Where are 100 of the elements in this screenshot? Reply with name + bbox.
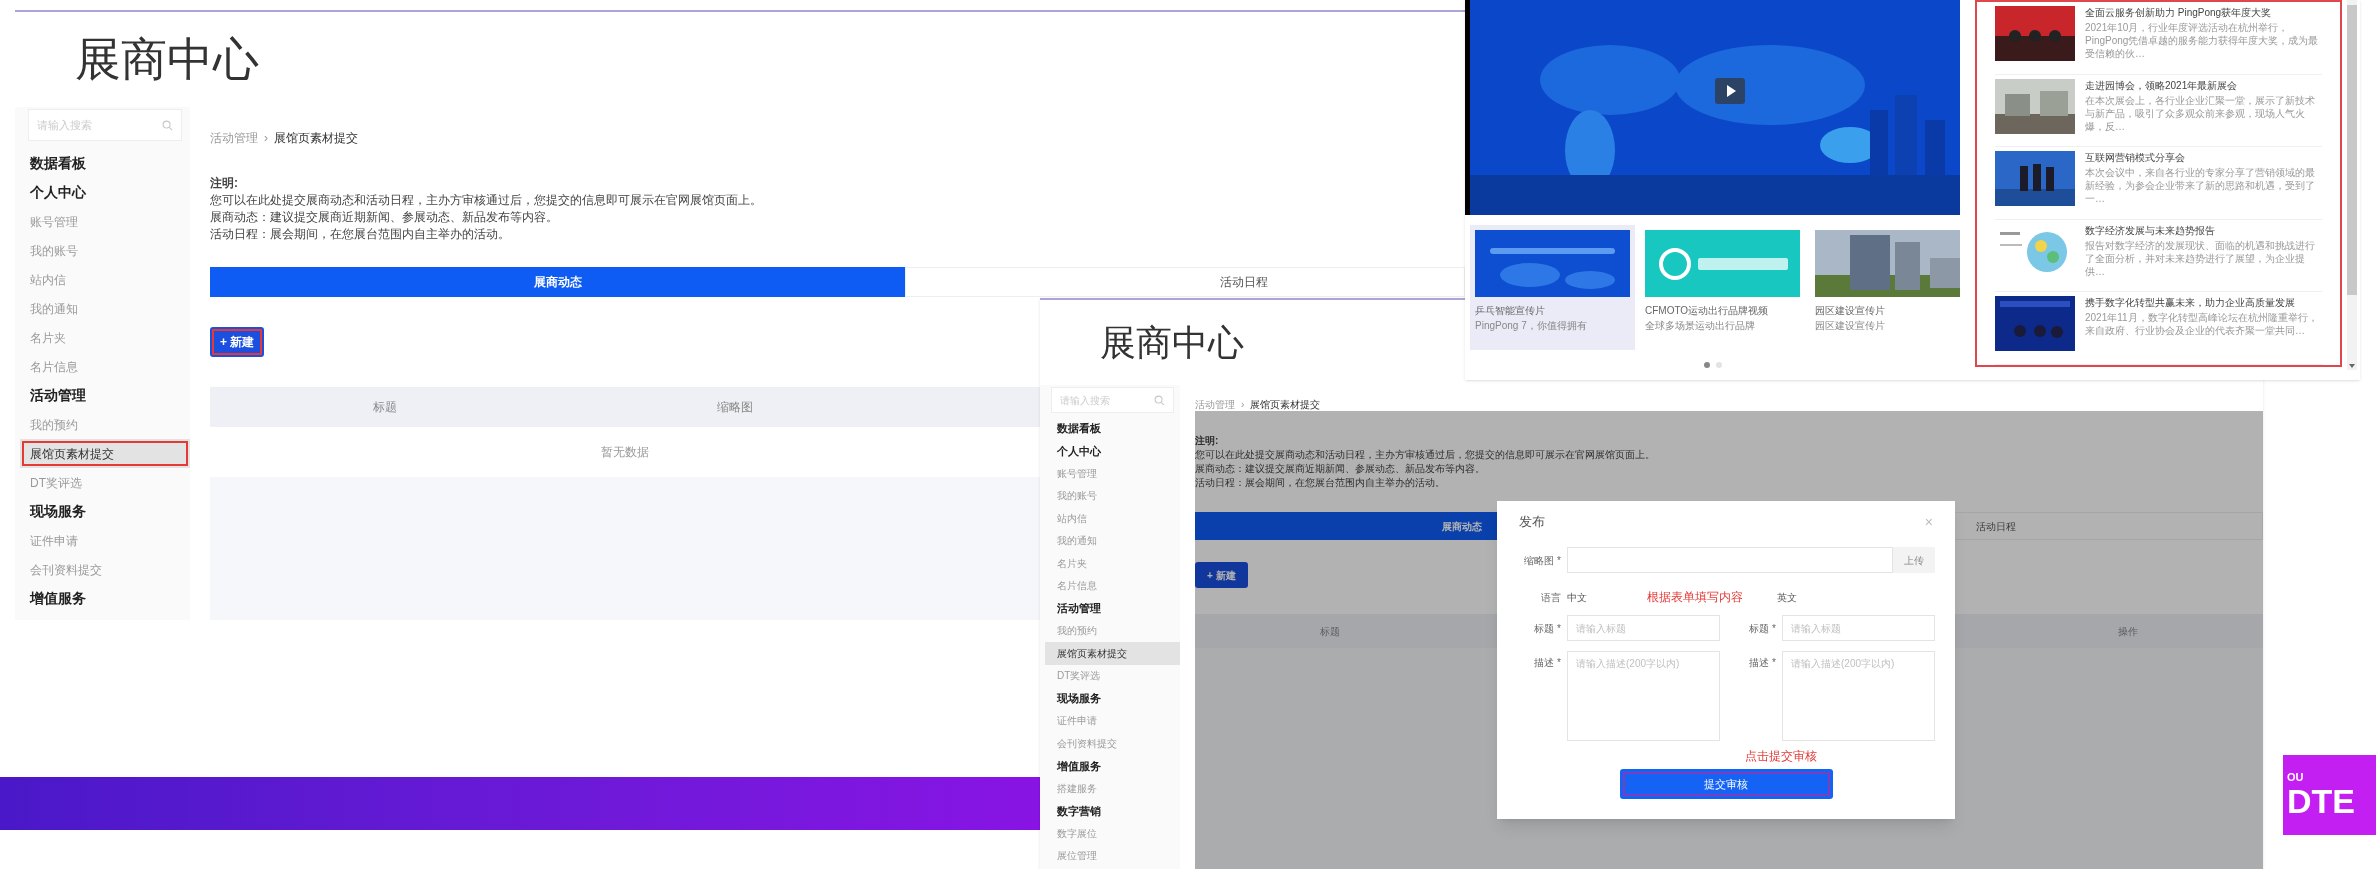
new-button[interactable]: + 新建: [210, 327, 265, 357]
submit-button[interactable]: 提交审核: [1619, 769, 1833, 799]
news-title: 全面云服务创新助力 PingPong获年度大奖: [2085, 6, 2273, 19]
note-line: 活动日程：展会期间，在您展台范围内自主举办的活动。: [1195, 476, 1446, 490]
field-label: 语言: [1540, 590, 1562, 605]
annotation: 根据表单填写内容: [1647, 589, 1744, 606]
breadcrumb-current: 展馆页素材提交: [274, 130, 358, 147]
sidebar-item[interactable]: 展位管理: [1045, 844, 1180, 867]
upload-button[interactable]: 上传: [1893, 547, 1935, 573]
card-title: CFMOTO运动出行品牌视频: [1645, 304, 1770, 318]
sidebar-item[interactable]: 我的预约: [20, 410, 190, 439]
column-header: 操作: [2118, 624, 2138, 639]
column-header: 缩略图: [717, 399, 753, 416]
news-title: 走进园博会，领略2021年最新展会: [2085, 78, 2239, 92]
search-icon: [1154, 394, 1165, 406]
sidebar-heading[interactable]: 增值服务: [1045, 754, 1180, 777]
sidebar-item[interactable]: 我的预约: [1045, 619, 1180, 642]
sidebar-heading[interactable]: 增值服务: [20, 584, 190, 613]
language-label: 英文: [1777, 590, 1797, 605]
sidebar-item[interactable]: 账号管理: [1045, 462, 1180, 485]
dialog-title: 发布: [1519, 513, 1545, 532]
news-item[interactable]: 数字经济发展与未来趋势报告 报告对数字经济的发展现状、面临的机遇和挑战进行了全面分析，并对未来趋势进行了展望，为企业提供…: [1995, 219, 2322, 292]
news-item[interactable]: 全面云服务创新助力 PingPong获年度大奖 2021年10月，行业年度评选活动在杭州举行，PingPong凭借卓越的服务能力获得年度大奖，成为最受信赖的伙…: [1995, 2, 2322, 75]
news-title: 数字经济发展与未来趋势报告: [2085, 223, 2216, 237]
language-label: 中文: [1567, 590, 1588, 605]
sidebar-heading[interactable]: 数据看板: [1045, 417, 1180, 440]
sidebar-item[interactable]: 展馆页素材提交: [20, 439, 190, 468]
breadcrumb-separator: ›: [1241, 398, 1245, 412]
news-item[interactable]: 携手数字化转型共赢未来，助力企业高质量发展 2021年11月，数字化转型高峰论坛在杭州隆重举行，来自政府、行业协会及企业的代表齐聚一堂共同…: [1995, 292, 2322, 365]
tab[interactable]: 展商动态: [210, 267, 905, 297]
page-title: 展商中心: [1100, 320, 1244, 365]
sidebar-item[interactable]: 证件申请: [20, 526, 190, 555]
search-icon: [162, 119, 173, 131]
sidebar-item[interactable]: 会刊资料提交: [20, 555, 190, 584]
sidebar-item[interactable]: 账号管理: [20, 207, 190, 236]
breadcrumb-current: 展馆页素材提交: [1250, 398, 1321, 412]
sidebar-heading[interactable]: 个人中心: [1045, 439, 1180, 462]
sidebar-item[interactable]: 名片夹: [1045, 552, 1180, 575]
note-line: 您可以在此处提交展商动态和活动日程，主办方审核通过后，您提交的信息即可展示在官网展馆页面上。: [210, 192, 763, 209]
field-label: 描述 *: [1748, 656, 1777, 670]
new-button[interactable]: + 新建: [1195, 562, 1248, 588]
breadcrumb-separator: ›: [264, 130, 268, 147]
sidebar-item[interactable]: DT奖评选: [20, 468, 190, 497]
notes-heading: 注明:: [1195, 434, 1220, 448]
empty-message: 暂无数据: [601, 444, 649, 461]
news-summary: 2021年10月，行业年度评选活动在杭州举行，PingPong凭借卓越的服务能力获得年度大奖，成为最受信赖的伙…: [2085, 21, 2320, 60]
field-label: 缩略图 *: [1523, 553, 1562, 568]
scrollbar[interactable]: [2347, 0, 2357, 370]
sidebar-item[interactable]: 我的通知: [20, 294, 190, 323]
logo-text: DTE: [2287, 783, 2356, 819]
sidebar-item[interactable]: 会刊资料提交: [1045, 732, 1180, 755]
news-summary: 2021年11月，数字化转型高峰论坛在杭州隆重举行，来自政府、行业协会及企业的代表齐聚一堂共同…: [2085, 311, 2319, 337]
news-item[interactable]: 走进园博会，领略2021年最新展会 在本次展会上，各行业企业汇聚一堂，展示了新技术与新产品，吸引了众多观众前来参观，现场人气火爆，反…: [1995, 74, 2322, 147]
sidebar-item[interactable]: 我的通知: [1045, 529, 1180, 552]
sidebar-item[interactable]: 名片信息: [1045, 574, 1180, 597]
sidebar-item[interactable]: 我的账号: [20, 236, 190, 265]
sidebar-item[interactable]: 名片信息: [20, 352, 190, 381]
close-button[interactable]: ×: [1924, 511, 1933, 533]
sidebar-item[interactable]: 搭建服务: [1045, 777, 1180, 800]
sidebar-item[interactable]: 证件申请: [1045, 709, 1180, 732]
sidebar-heading[interactable]: 现场服务: [20, 497, 190, 526]
news-title: 携手数字化转型共赢未来，助力企业高质量发展: [2085, 296, 2296, 309]
sidebar-heading[interactable]: 数据看板: [20, 149, 190, 178]
sidebar-item[interactable]: DT奖评选: [1045, 664, 1180, 687]
sidebar-item[interactable]: 数字展位: [1045, 822, 1180, 845]
sidebar-heading[interactable]: 活动管理: [20, 381, 190, 410]
card-subtitle: 园区建设宣传片: [1815, 319, 1886, 333]
sidebar-heading[interactable]: 数字营销: [1045, 799, 1180, 822]
video-card[interactable]: 乒乓智能宣传片 PingPong 7，你值得拥有: [1470, 225, 1635, 350]
scroll-down-icon[interactable]: [2347, 362, 2357, 370]
card-subtitle: 全球多场景运动出行品牌: [1645, 319, 1756, 333]
sidebar-item[interactable]: 站内信: [20, 265, 190, 294]
breadcrumb-link[interactable]: 活动管理: [1195, 397, 1235, 412]
note-line: 您可以在此处提交展商动态和活动日程，主办方审核通过后，您提交的信息即可展示在官网展馆页面上。: [1195, 448, 1656, 462]
sidebar-item[interactable]: 展馆页素材提交: [1045, 642, 1180, 665]
logo-text: OU: [2287, 771, 2305, 783]
column-header: 标题: [373, 399, 397, 416]
play-icon[interactable]: [1715, 78, 1745, 104]
news-summary: 报告对数字经济的发展现状、面临的机遇和挑战进行了全面分析，并对未来趋势进行了展望，为企业提供…: [2085, 238, 2316, 278]
annotation: 点击提交审核: [1745, 748, 1817, 765]
card-title: 乒乓智能宣传片: [1475, 304, 1546, 318]
card-title: 园区建设宣传片: [1815, 304, 1886, 318]
sidebar-heading[interactable]: 个人中心: [20, 178, 190, 207]
thumbnail-field[interactable]: [1567, 547, 1893, 573]
note-line: 活动日程：展会期间，在您展台范围内自主举办的活动。: [210, 226, 511, 243]
breadcrumb-link[interactable]: 活动管理: [210, 129, 258, 147]
card-subtitle: PingPong 7，你值得拥有: [1475, 319, 1588, 333]
field-label: 标题 *: [1533, 621, 1562, 636]
sidebar-item[interactable]: 名片夹: [20, 323, 190, 352]
field-label: 描述 *: [1533, 656, 1562, 670]
note-line: 展商动态：建议提交展商近期新闻、参展动态、新品发布等内容。: [1195, 462, 1486, 476]
news-title: 互联网营销模式分享会: [2085, 151, 2186, 164]
sidebar-item[interactable]: 我的账号: [1045, 484, 1180, 507]
sidebar-heading[interactable]: 活动管理: [1045, 597, 1180, 620]
tab[interactable]: 活动日程: [905, 267, 1465, 297]
sidebar-heading[interactable]: 现场服务: [1045, 687, 1180, 710]
sidebar-item[interactable]: 站内信: [1045, 507, 1180, 530]
page-title: 展商中心: [75, 32, 259, 87]
column-header: 标题: [1320, 624, 1340, 639]
news-summary: 在本次展会上，各行业企业汇聚一堂，展示了新技术与新产品，吸引了众多观众前来参观，现场人气火爆，反…: [2085, 93, 2316, 133]
